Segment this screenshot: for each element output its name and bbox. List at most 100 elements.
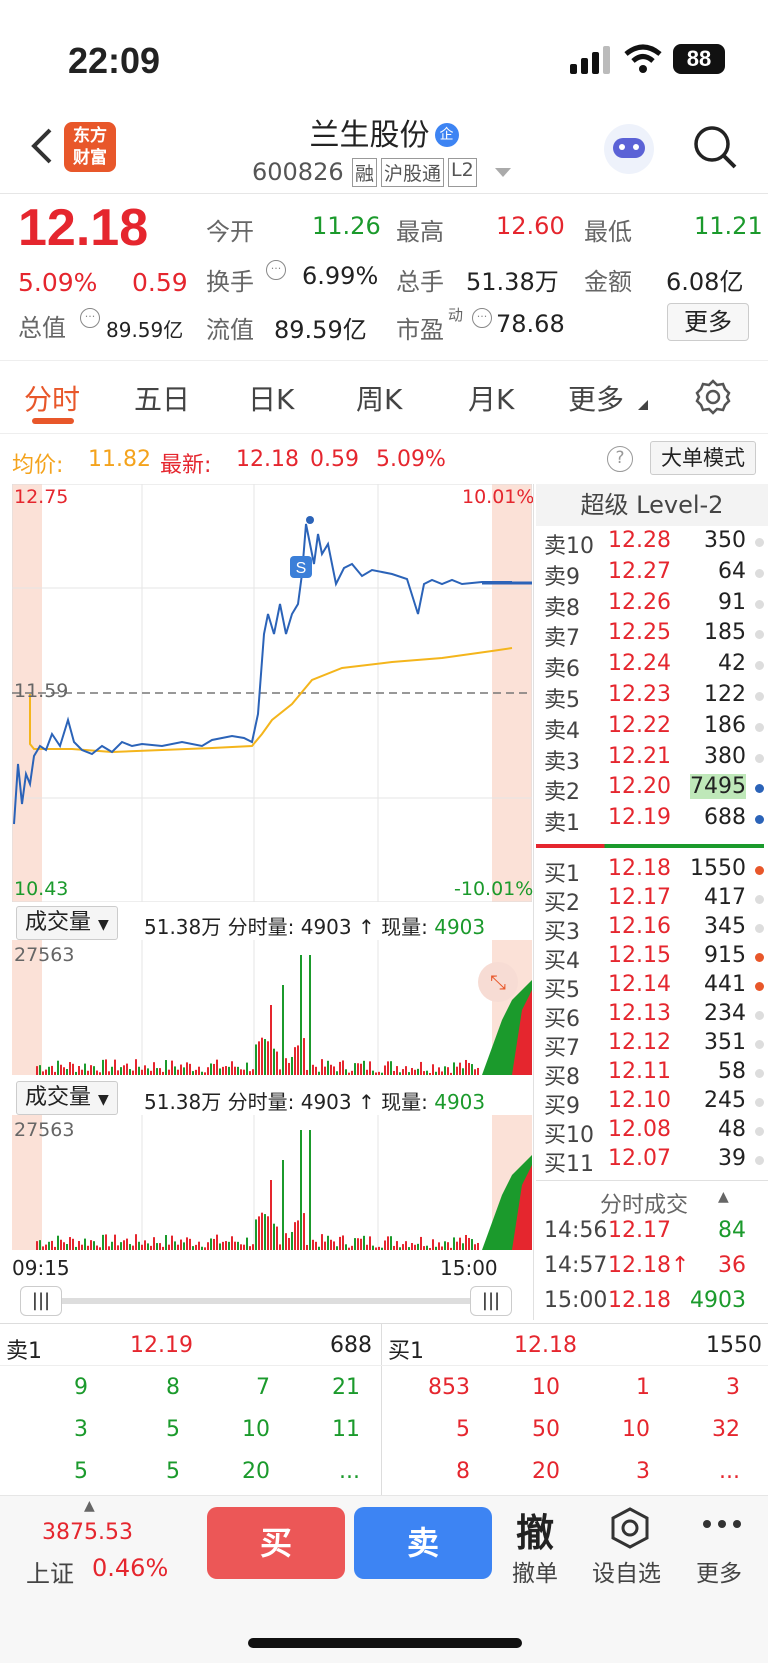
intraday-price-chart[interactable]: S 12.75 10.01% 11.59 10.43 -10.01%: [11, 483, 534, 903]
bid-row[interactable]: 买10 12.08 48: [536, 1117, 768, 1148]
bid-row[interactable]: 买8 12.11 58: [536, 1059, 768, 1090]
ask-row[interactable]: 卖8 12.26 91: [536, 590, 768, 621]
volume-selector[interactable]: 成交量 ▼: [16, 1081, 118, 1115]
more-quote-button[interactable]: 更多: [667, 303, 749, 341]
bid-row[interactable]: 买11 12.07 39: [536, 1146, 768, 1177]
bid-row[interactable]: 买6 12.13 234: [536, 1001, 768, 1032]
level-price: 12.23: [608, 682, 671, 707]
tab-daily-k[interactable]: 日K: [248, 378, 294, 418]
volume-bar: [54, 1246, 56, 1250]
more-dots-icon[interactable]: [702, 1518, 742, 1530]
volume-bar: [417, 1243, 419, 1250]
cancel-order-button[interactable]: 撤单: [512, 1554, 558, 1588]
volume-bar: [402, 1069, 404, 1075]
tick-row[interactable]: 14:57 12.18↑ 36: [536, 1253, 768, 1284]
volume-bar: [93, 1066, 95, 1075]
more-button[interactable]: 更多: [696, 1554, 742, 1588]
bid-row[interactable]: 买7 12.12 351: [536, 1030, 768, 1061]
volume-bar: [327, 1060, 329, 1075]
open-label: 今开: [206, 218, 254, 246]
bid-row[interactable]: 买2 12.17 417: [536, 885, 768, 916]
dropdown-icon[interactable]: [495, 168, 511, 178]
bid-row[interactable]: 买9 12.10 245: [536, 1088, 768, 1119]
volume-bar: [237, 1066, 239, 1075]
volume-bar: [183, 1067, 185, 1075]
ask-row[interactable]: 卖10 12.28 350: [536, 528, 768, 559]
volume-bar: [375, 1247, 377, 1250]
info-dots-icon[interactable]: ···: [472, 308, 492, 328]
ask-row[interactable]: 卖6 12.24 42: [536, 651, 768, 682]
volume-chart-2[interactable]: 27563: [12, 1115, 532, 1250]
volume-bar: [381, 1247, 383, 1250]
ask-row[interactable]: 卖1 12.19 688: [536, 805, 768, 836]
bid-row[interactable]: 买1 12.18 1550: [536, 856, 768, 887]
queue-buy-price: 12.18: [514, 1333, 577, 1358]
volume-bar: [270, 1005, 272, 1075]
bid-row[interactable]: 买3 12.16 345: [536, 914, 768, 945]
tab-weekly-k[interactable]: 周K: [356, 378, 402, 418]
search-icon[interactable]: [692, 124, 738, 170]
volume-bar: [477, 1067, 479, 1075]
tick-collapse-icon[interactable]: ▲: [718, 1189, 729, 1205]
ask-row[interactable]: 卖3 12.21 380: [536, 744, 768, 775]
pe-value: 78.68: [496, 310, 565, 338]
tab-monthly-k[interactable]: 月K: [468, 378, 514, 418]
level-volume: 345: [704, 914, 746, 939]
index-expand-icon[interactable]: ▲: [84, 1498, 95, 1514]
bid-row[interactable]: 买5 12.14 441: [536, 972, 768, 1003]
volume-bar: [414, 1244, 416, 1250]
level-volume: 122: [704, 682, 746, 707]
volume-bar: [465, 1234, 467, 1250]
volume-bar: [420, 1061, 422, 1075]
tick-row[interactable]: 14:56 12.17 84: [536, 1218, 768, 1249]
volume-bar: [333, 1066, 335, 1075]
volume-bar: [426, 1070, 428, 1075]
range-scrollbar[interactable]: [20, 1298, 510, 1304]
tab-more[interactable]: 更多: [568, 378, 624, 418]
level2-title[interactable]: 超级 Level-2: [536, 484, 768, 526]
volume-bar: [189, 1238, 191, 1250]
sell-button[interactable]: 卖: [354, 1507, 492, 1579]
buy-button[interactable]: 买: [207, 1507, 345, 1579]
volume-bar: [279, 1069, 281, 1075]
settings-gear-icon[interactable]: [694, 378, 732, 416]
bid-row[interactable]: 买4 12.15 915: [536, 943, 768, 974]
volume-selector[interactable]: 成交量 ▼: [16, 906, 118, 940]
level-label: 买9: [544, 1094, 580, 1119]
volume-chart[interactable]: 27563 ⤡: [12, 940, 532, 1075]
cancel-icon[interactable]: 撤: [516, 1502, 554, 1557]
info-dots-icon[interactable]: ···: [266, 260, 286, 280]
ask-row[interactable]: 卖5 12.23 122: [536, 682, 768, 713]
tab-intraday[interactable]: 分时: [24, 378, 80, 418]
ask-row[interactable]: 卖4 12.22 186: [536, 713, 768, 744]
add-watchlist-button[interactable]: 设自选: [592, 1554, 661, 1588]
volume-bar: [282, 1160, 284, 1250]
help-icon[interactable]: ?: [607, 446, 633, 472]
ask-row[interactable]: 卖2 12.20 7495: [536, 774, 768, 805]
big-order-mode-button[interactable]: 大单模式: [650, 441, 756, 475]
range-handle-left[interactable]: |||: [20, 1286, 62, 1316]
tab-five-day[interactable]: 五日: [134, 378, 190, 418]
index-name[interactable]: 上证: [26, 1554, 74, 1589]
robot-avatar-icon[interactable]: [604, 124, 654, 174]
volume-bar: [174, 1066, 176, 1075]
volume-selector-label: 成交量: [25, 910, 92, 935]
hexagon-watchlist-icon[interactable]: [608, 1506, 652, 1550]
level-label: 买4: [544, 949, 580, 974]
volume-bar: [429, 1072, 431, 1075]
index-value[interactable]: 3875.53: [42, 1520, 133, 1545]
range-handle-right[interactable]: |||: [470, 1286, 512, 1316]
info-dots-icon[interactable]: ···: [80, 308, 100, 328]
amount-label: 金额: [584, 268, 632, 296]
queue-cell: 3: [726, 1375, 740, 1400]
volume-bar: [399, 1072, 401, 1075]
volume-bar: [246, 1237, 248, 1250]
volume-bar: [342, 1060, 344, 1075]
ask-row[interactable]: 卖9 12.27 64: [536, 559, 768, 590]
index-pct[interactable]: 0.46%: [92, 1554, 168, 1582]
volume-bar: [207, 1067, 209, 1075]
expand-icon[interactable]: ⤡: [478, 962, 518, 1002]
tick-row[interactable]: 15:00 12.18 4903: [536, 1288, 768, 1319]
volume-bar: [291, 1231, 293, 1250]
ask-row[interactable]: 卖7 12.25 185: [536, 620, 768, 651]
